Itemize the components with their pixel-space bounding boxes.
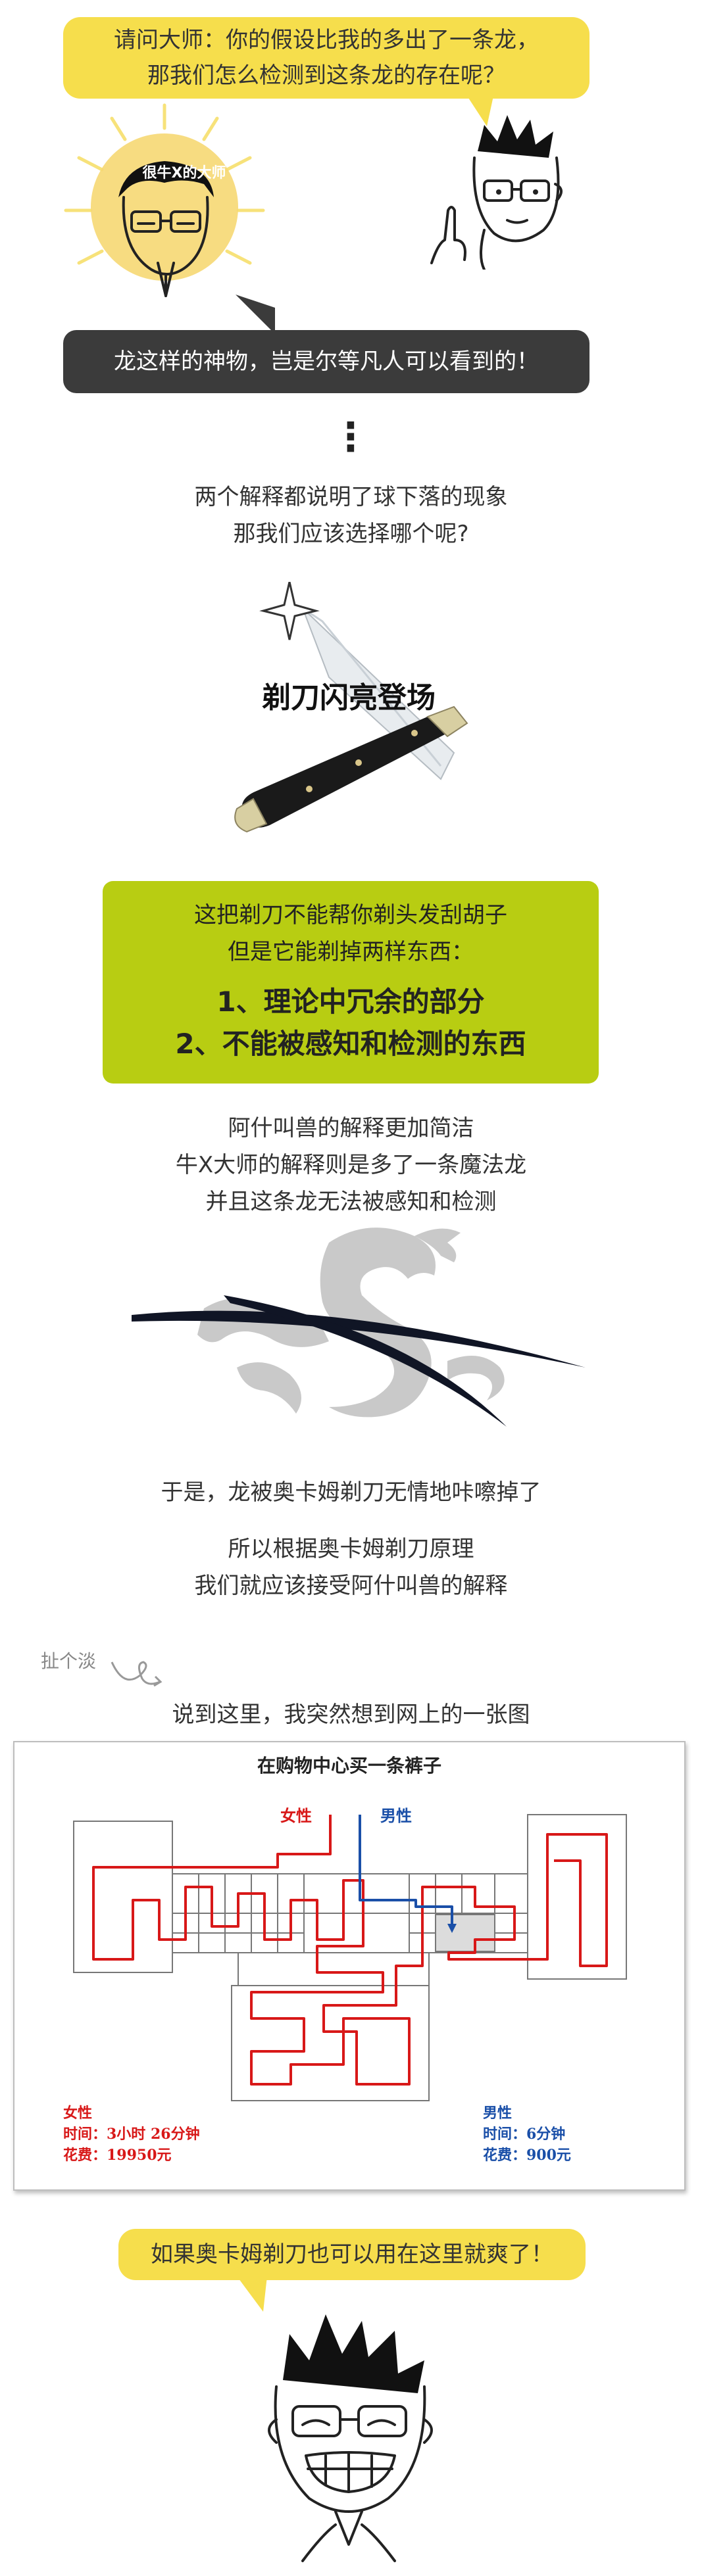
conclusion-text-3: 我们就应该接受阿什叫兽的解释	[194, 1573, 508, 1599]
shopping-map-figure: 在购物中心买一条裤子 女性 男性 女性 时间：3小时 26分钟 花费：19950…	[13, 1741, 686, 2191]
aside-label: 扯个淡	[41, 1650, 97, 1672]
female-stats-label: 女性	[63, 2105, 93, 2122]
student-avatar	[430, 115, 563, 270]
male-stats-cost: 花费：900元	[483, 2147, 571, 2164]
speech-bubble-wish: 如果奥卡姆剃刀也可以用在这里就爽了！	[118, 2229, 586, 2280]
question-line-1: 请问大师：你的假设比我的多出了一条龙，	[114, 27, 539, 53]
explain-text-3: 并且这条龙无法被感知和检测	[205, 1189, 497, 1215]
razor-title: 剃刀闪亮登场	[262, 681, 436, 715]
question-paragraph: 两个解释都说明了球下落的现象 那我们应该选择哪个呢?	[0, 479, 702, 552]
razor-item-2: 2、不能被感知和检测的东西	[175, 1028, 526, 1060]
master-avatar	[64, 103, 265, 297]
aside-text: 说到这里，我突然想到网上的一张图	[172, 1702, 530, 1728]
razor-text-1: 这把剃刀不能帮你剃头发刮胡子	[194, 902, 507, 928]
male-stats: 男性 时间：6分钟 花费：900元	[483, 2103, 571, 2166]
conclusion-line-1: 于是，龙被奥卡姆剃刀无情地咔嚓掉了	[161, 1479, 541, 1506]
razor-explanation-box: 这把剃刀不能帮你剃头发刮胡子 但是它能剃掉两样东西： 1、理论中冗余的部分 2、…	[103, 881, 599, 1084]
female-stats-time: 时间：3小时 26分钟	[63, 2126, 200, 2143]
explain-text-1: 阿什叫兽的解释更加简洁	[228, 1115, 474, 1141]
conclusion-paragraph: 所以根据奥卡姆剃刀原理 我们就应该接受阿什叫兽的解释	[0, 1531, 702, 1604]
curly-arrow-icon	[111, 1661, 163, 1687]
explanation-paragraph: 阿什叫兽的解释更加简洁 牛X大师的解释则是多了一条魔法龙 并且这条龙无法被感知和…	[0, 1110, 702, 1220]
dark-bubble-tail-icon	[236, 295, 275, 334]
speech-bubble-answer: 龙这样的神物，岂是尔等凡人可以看到的！	[63, 330, 589, 393]
explain-text-2: 牛X大师的解释则是多了一条魔法龙	[175, 1152, 527, 1178]
female-stats: 女性 时间：3小时 26分钟 花费：19950元	[63, 2103, 200, 2166]
speech-bubble-question: 请问大师：你的假设比我的多出了一条龙， 那我们怎么检测到这条龙的存在呢？	[63, 17, 589, 99]
grinning-avatar	[268, 2314, 433, 2562]
question-line-2: 那我们怎么检测到这条龙的存在呢？	[147, 62, 505, 89]
question-text-1: 两个解释都说明了球下落的现象	[194, 484, 508, 510]
ellipsis-dots: ⋮	[331, 414, 370, 460]
razor-item-1: 1、理论中冗余的部分	[216, 986, 485, 1018]
conclusion-text-2: 所以根据奥卡姆剃刀原理	[228, 1536, 474, 1562]
male-stats-label: 男性	[483, 2105, 513, 2122]
master-badge: 很牛X的大师	[142, 165, 226, 181]
dragon-illustration	[132, 1228, 586, 1427]
question-text-2: 那我们应该选择哪个呢?	[233, 521, 469, 547]
razor-text-2: 但是它能剃掉两样东西：	[228, 939, 474, 965]
female-stats-cost: 花费：19950元	[63, 2147, 172, 2164]
male-stats-time: 时间：6分钟	[483, 2126, 566, 2143]
